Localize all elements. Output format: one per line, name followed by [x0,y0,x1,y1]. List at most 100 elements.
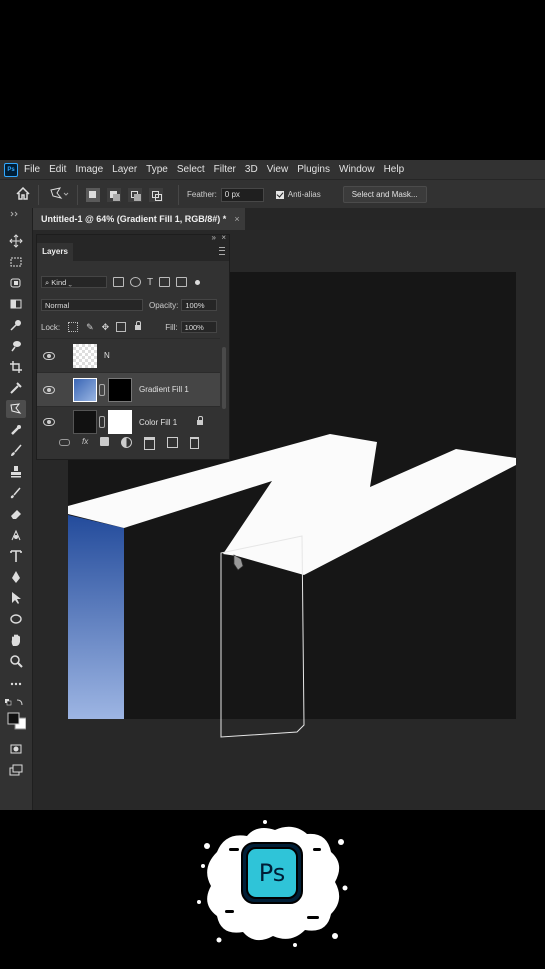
new-layer-icon[interactable] [167,437,179,448]
menu-layer[interactable]: Layer [112,164,137,175]
layer-name: Gradient Fill 1 [139,385,189,394]
menu-image[interactable]: Image [75,164,103,175]
anti-alias-checkbox[interactable] [275,190,284,199]
lock-row: Lock: ✎ ✥ Fill: 100% [41,320,225,333]
adjustment-filter-icon[interactable] [130,277,141,287]
layer-name: Color Fill 1 [139,417,178,427]
link-layers-icon[interactable] [59,439,70,446]
panel-menu-icon[interactable] [219,247,225,255]
menu-edit[interactable]: Edit [49,164,66,175]
hand-tool-icon[interactable] [6,631,26,649]
zoom-tool-icon[interactable] [6,652,26,670]
menu-3d[interactable]: 3D [245,164,258,175]
select-and-mask-button[interactable]: Select and Mask... [342,186,427,203]
layers-scrollbar[interactable] [222,347,226,409]
layer-row-n[interactable]: N [37,338,220,372]
menu-file[interactable]: File [24,164,40,175]
new-group-icon[interactable] [144,437,156,450]
spot-healing-brush-tool-icon[interactable] [6,421,26,439]
feather-input[interactable]: 0 px [220,187,264,202]
menu-help[interactable]: Help [384,164,405,175]
pixel-filter-icon[interactable] [113,277,124,287]
move-tool-icon[interactable] [6,232,26,250]
adjustment-layer-icon[interactable] [121,437,133,448]
crop-tool-icon[interactable] [6,358,26,376]
layer-lock-icon [197,415,204,425]
add-mask-icon[interactable] [100,437,110,446]
fill-label: Fill: [165,322,178,332]
visibility-eye-icon[interactable] [43,385,55,394]
layer-name: N [104,351,110,360]
options-bar: Feather: 0 px Anti-alias Select and Mask… [0,179,545,209]
more-tools-icon[interactable] [6,675,26,693]
ps-app-icon: Ps [4,162,18,177]
foreground-background-colors-icon[interactable] [4,696,26,730]
lock-image-icon[interactable]: ✎ [86,322,94,333]
lock-artboard-icon[interactable] [116,322,127,332]
brush-tool-icon[interactable] [6,442,26,460]
ellipse-tool-icon[interactable] [6,610,26,628]
toolbar-collapse-icon[interactable] [6,210,26,218]
layer-style-fx-icon[interactable]: fx [82,437,88,446]
pen-tool-icon[interactable] [6,568,26,586]
visibility-eye-icon[interactable] [43,418,55,426]
menu-bar: Ps File Edit Image Layer Type Select Fil… [0,160,545,179]
filter-toggle-icon[interactable] [195,279,201,285]
layers-tab[interactable]: Layers [37,243,73,261]
home-icon[interactable] [16,186,30,202]
path-selection-tool-icon[interactable] [6,589,26,607]
opacity-label: Opacity: [149,300,179,310]
new-selection-mode-button[interactable] [86,187,100,202]
clone-stamp-tool-icon[interactable] [6,463,26,481]
add-to-selection-mode-button[interactable] [107,187,121,202]
menu-plugins[interactable]: Plugins [297,164,330,175]
anti-alias-label: Anti-alias [287,190,321,199]
object-selection-tool-icon[interactable] [6,274,26,292]
smart-object-filter-icon[interactable] [176,277,188,287]
lock-position-icon[interactable]: ✥ [102,322,110,333]
layers-panel: » × Layers ⌕ Kind ⌄ T Normal Opacity: 10… [36,233,230,460]
layer-row-gradient-fill[interactable]: Gradient Fill 1 [37,372,220,406]
layer-mask-thumbnail [108,410,132,434]
polygonal-lasso-tool-preset-icon[interactable] [49,186,69,203]
rectangular-marquee-tool-icon[interactable] [6,253,26,271]
menu-window[interactable]: Window [339,164,375,175]
quick-selection-tool-icon[interactable] [6,337,26,355]
delete-layer-icon[interactable] [190,437,200,449]
menu-select[interactable]: Select [177,164,205,175]
mask-link-icon[interactable] [99,383,105,396]
type-filter-icon[interactable]: T [147,277,153,288]
close-panel-icon[interactable]: × [221,233,226,242]
layer-filter-row: ⌕ Kind ⌄ T [41,276,225,288]
screen-mode-icon[interactable] [6,761,26,779]
menu-type[interactable]: Type [146,164,168,175]
intersect-selection-mode-button[interactable] [149,187,163,202]
shape-filter-icon[interactable] [159,277,171,287]
magic-wand-tool-icon[interactable] [6,316,26,334]
blend-mode-select[interactable]: Normal [41,299,143,311]
collapse-panel-icon[interactable]: » [212,233,216,242]
fill-input[interactable]: 100% [180,321,217,333]
eraser-tool-icon[interactable] [6,505,26,523]
document-tab[interactable]: Untitled-1 @ 64% (Gradient Fill 1, RGB/8… [33,208,245,230]
history-brush-tool-icon[interactable] [6,484,26,502]
photoshop-logo-text: Ps [258,859,286,887]
polygonal-lasso-tool-icon[interactable] [6,400,26,418]
gradient-tool-icon[interactable] [6,526,26,544]
menu-view[interactable]: View [267,164,289,175]
frame-tool-icon[interactable] [6,295,26,313]
lock-all-icon[interactable] [135,320,142,330]
opacity-input[interactable]: 100% [181,299,218,311]
subtract-selection-mode-button[interactable] [128,187,142,202]
type-tool-icon[interactable] [6,547,26,565]
eyedropper-tool-icon[interactable] [6,379,26,397]
kind-filter-select[interactable]: ⌕ Kind ⌄ [41,276,107,288]
layer-thumbnail [73,343,97,368]
quick-mask-icon[interactable] [6,740,26,758]
mask-link-icon[interactable] [99,416,105,428]
lock-transparent-icon[interactable] [68,322,79,332]
close-tab-icon[interactable]: × [234,214,239,224]
layer-row-color-fill[interactable]: Color Fill 1 [37,406,220,437]
visibility-eye-icon[interactable] [43,351,55,360]
menu-filter[interactable]: Filter [214,164,236,175]
